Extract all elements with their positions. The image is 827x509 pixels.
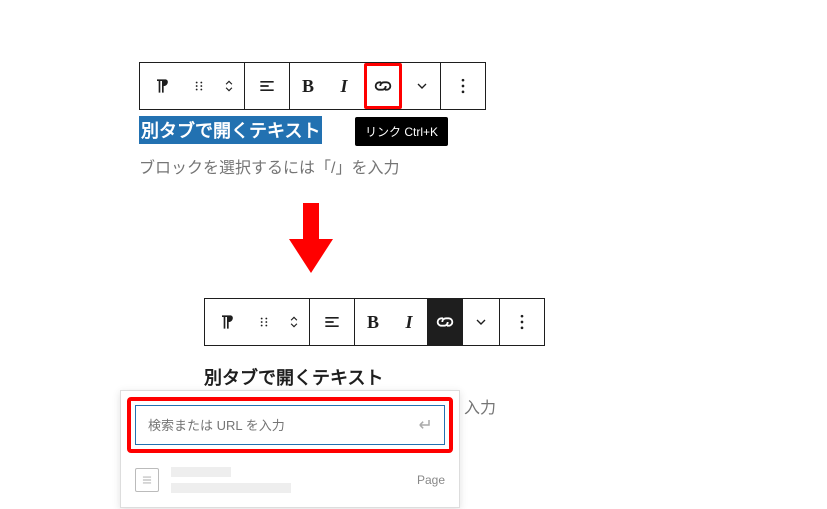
options-button[interactable] xyxy=(500,299,544,345)
paragraph-icon xyxy=(152,76,172,96)
align-button[interactable] xyxy=(310,299,354,345)
submit-link-button[interactable] xyxy=(414,415,434,435)
align-button[interactable] xyxy=(245,63,289,109)
link-icon xyxy=(372,75,394,97)
align-left-icon xyxy=(257,76,277,96)
link-popover: Page xyxy=(120,390,460,508)
more-vertical-icon xyxy=(512,312,532,332)
chevron-down-icon xyxy=(414,78,430,94)
block-toolbar: B I xyxy=(139,62,486,110)
more-vertical-icon xyxy=(453,76,473,96)
block-type-button[interactable] xyxy=(205,299,249,345)
link-tooltip: リンク Ctrl+K xyxy=(355,117,448,146)
page-icon xyxy=(135,468,159,492)
move-button[interactable] xyxy=(214,63,244,109)
options-button[interactable] xyxy=(441,63,485,109)
selected-paragraph-text[interactable]: 別タブで開くテキスト xyxy=(139,116,322,144)
arrow-down-graphic xyxy=(289,203,333,278)
paragraph-text[interactable]: 別タブで開くテキスト xyxy=(204,364,383,390)
link-icon xyxy=(434,311,456,333)
more-format-button[interactable] xyxy=(463,299,499,345)
link-button[interactable] xyxy=(368,69,398,103)
link-suggestion-row[interactable]: Page xyxy=(121,459,459,507)
more-format-button[interactable] xyxy=(404,63,440,109)
drag-handle-button[interactable] xyxy=(249,299,279,345)
bold-icon: B xyxy=(367,312,379,333)
move-updown-icon xyxy=(287,312,301,332)
toolbar-group-align xyxy=(245,63,290,109)
chevron-down-icon xyxy=(473,314,489,330)
italic-icon: I xyxy=(340,76,347,97)
url-input-container xyxy=(135,405,445,445)
url-input-highlight xyxy=(127,397,453,453)
suggestion-type-label: Page xyxy=(417,473,445,487)
drag-icon xyxy=(192,79,206,93)
drag-handle-button[interactable] xyxy=(184,63,214,109)
italic-button[interactable]: I xyxy=(326,63,362,109)
bold-icon: B xyxy=(302,76,314,97)
toolbar-group-format: B I xyxy=(290,63,441,109)
link-button[interactable] xyxy=(427,299,463,345)
block-type-button[interactable] xyxy=(140,63,184,109)
align-left-icon xyxy=(322,312,342,332)
bold-button[interactable]: B xyxy=(355,299,391,345)
italic-button[interactable]: I xyxy=(391,299,427,345)
italic-icon: I xyxy=(405,312,412,333)
block-toolbar: B I xyxy=(204,298,545,346)
suggestion-title-placeholder xyxy=(171,467,231,477)
move-button[interactable] xyxy=(279,299,309,345)
paragraph-icon xyxy=(217,312,237,332)
toolbar-group-block xyxy=(140,63,245,109)
link-button-highlight xyxy=(364,63,402,109)
url-input[interactable] xyxy=(146,417,414,434)
drag-icon xyxy=(257,315,271,329)
enter-icon xyxy=(414,415,434,435)
block-appender-placeholder[interactable]: ブロックを選択するには「/」を入力 xyxy=(139,154,486,178)
toolbar-group-block xyxy=(205,299,310,345)
move-updown-icon xyxy=(222,76,236,96)
toolbar-group-format: B I xyxy=(355,299,500,345)
arrow-down-icon xyxy=(289,203,333,273)
suggestion-url-placeholder xyxy=(171,483,291,493)
block-appender-placeholder-partial: 入力 xyxy=(464,394,496,418)
suggestion-placeholder-lines xyxy=(171,467,405,493)
toolbar-group-more xyxy=(500,299,544,345)
toolbar-group-more xyxy=(441,63,485,109)
bold-button[interactable]: B xyxy=(290,63,326,109)
toolbar-group-align xyxy=(310,299,355,345)
